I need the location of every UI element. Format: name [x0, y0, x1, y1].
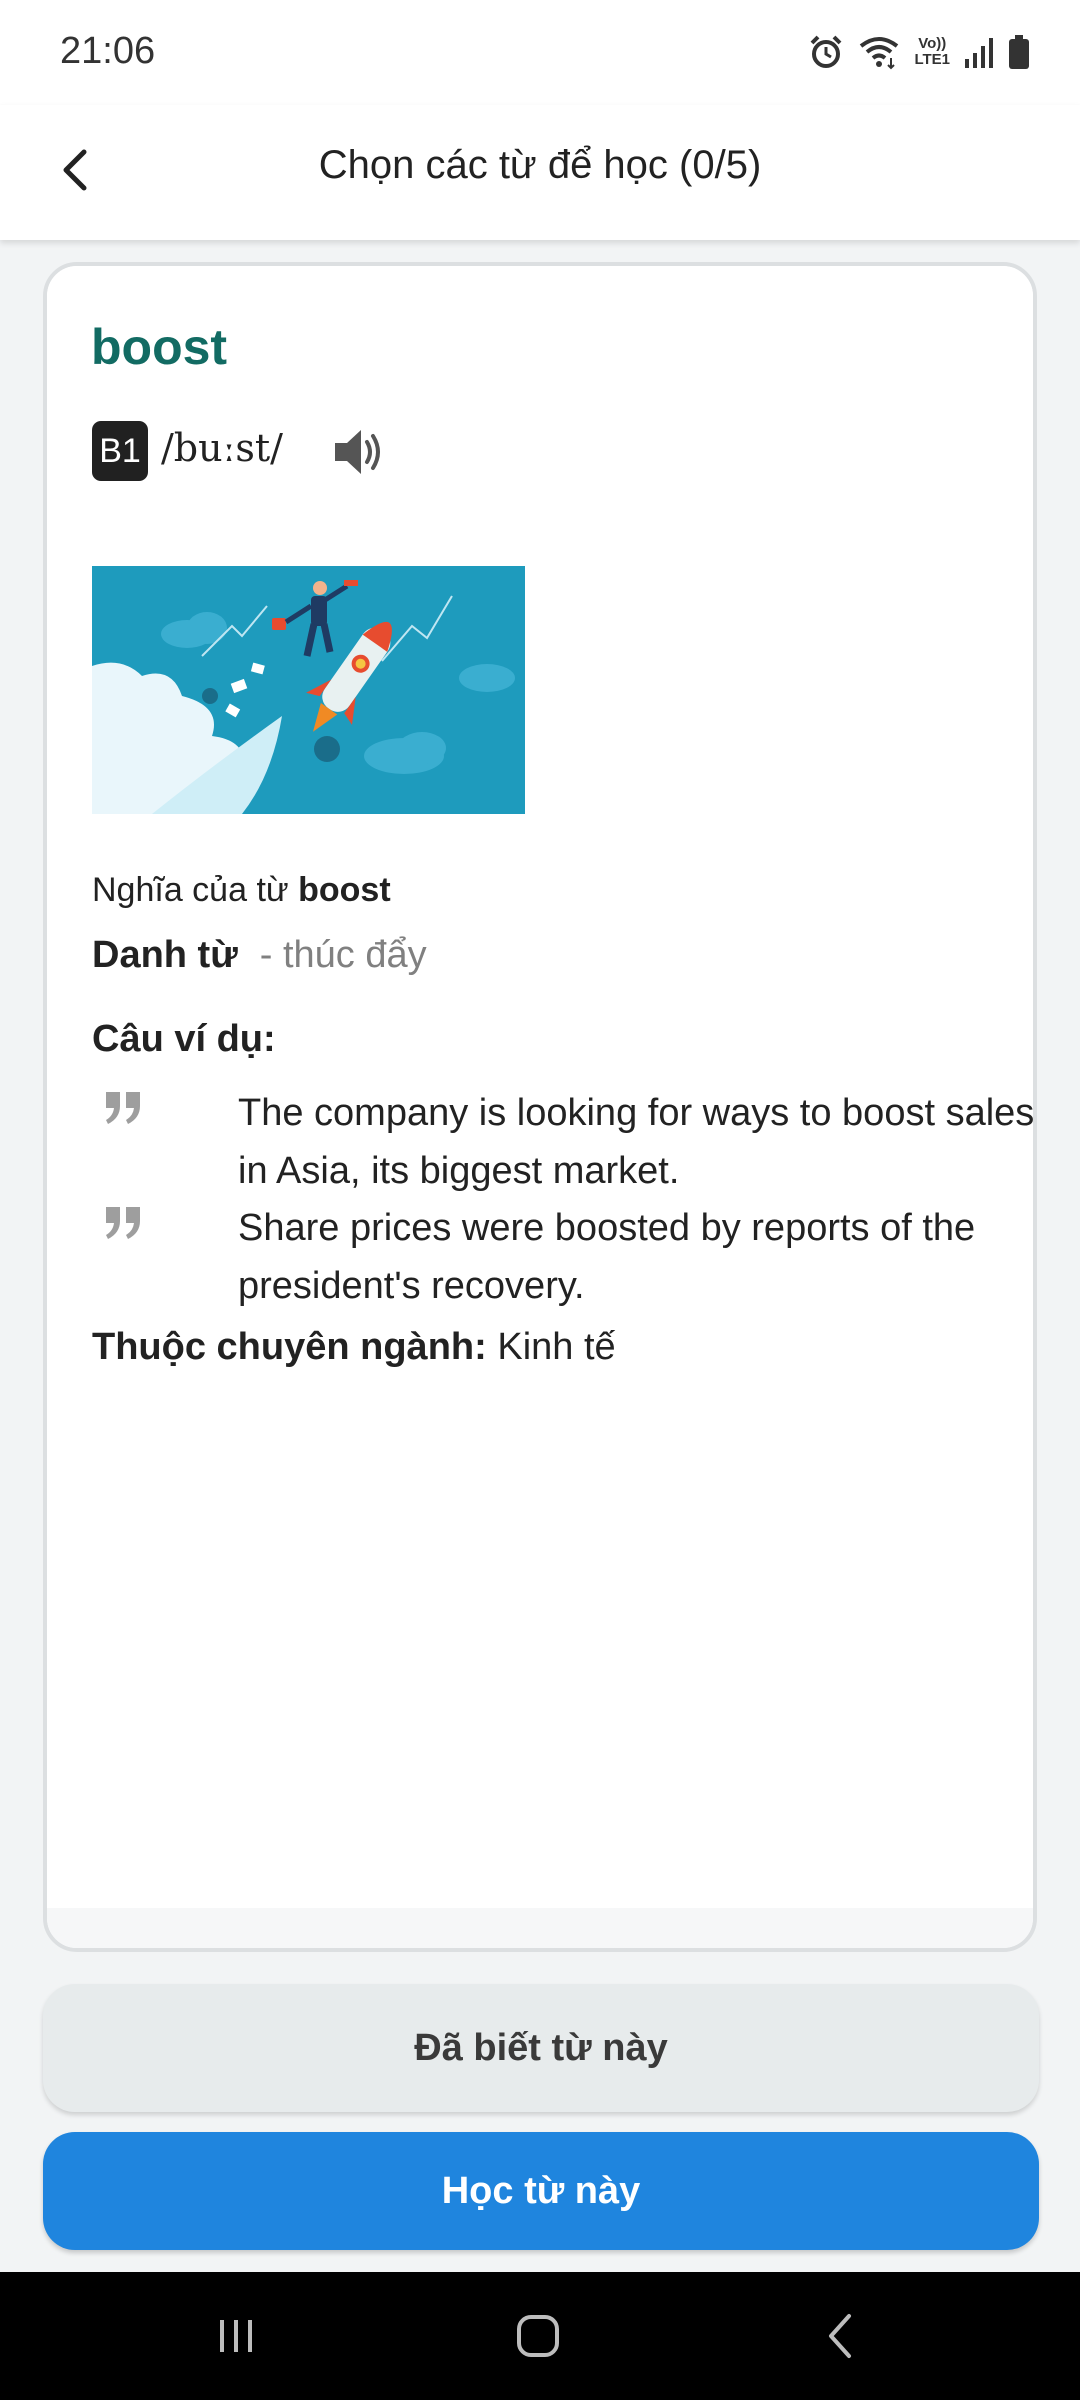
word-card: boost B1 /buːst/ Nghĩa của từ boost Danh…: [43, 262, 1037, 1952]
home-button[interactable]: [498, 2296, 578, 2376]
app-bar: Chọn các từ để học (0/5): [0, 105, 1080, 240]
part-of-speech: Danh từ: [92, 934, 238, 976]
battery-icon: [1009, 35, 1029, 69]
meaning-word: boost: [298, 871, 391, 909]
recent-apps-icon: [220, 2320, 252, 2352]
meaning-heading: Nghĩa của từ boost: [92, 871, 391, 909]
quote-icon: [106, 1207, 140, 1239]
nav-back-button[interactable]: [800, 2296, 880, 2376]
examples-heading: Câu ví dụ:: [92, 1018, 276, 1060]
recent-apps-button[interactable]: [196, 2296, 276, 2376]
signal-icon: [965, 38, 993, 68]
home-icon: [517, 2315, 559, 2357]
status-bar: 21:06 Vo)) LTE1: [0, 0, 1080, 105]
status-time: 21:06: [60, 30, 156, 72]
word-illustration: [92, 566, 525, 814]
definition-text: - thúc đẩy: [259, 934, 427, 976]
example-text: The company is looking for ways to boost…: [238, 1092, 1035, 1192]
volte-lte-icon: Vo)) LTE1: [914, 35, 950, 68]
already-known-button[interactable]: Đã biết từ này: [43, 1984, 1039, 2112]
speaker-icon: [335, 430, 380, 474]
definition-line: Danh từ - thúc đẩy: [92, 934, 427, 977]
pronounce-button[interactable]: [329, 424, 391, 480]
wifi-icon: [860, 37, 899, 70]
quote-icon: [106, 1092, 140, 1124]
alarm-icon: [811, 35, 842, 68]
level-badge: B1: [92, 421, 148, 481]
field-value: Kinh tế: [497, 1326, 616, 1368]
phonetic-transcription: /buːst/: [161, 426, 283, 470]
example-text: Share prices were boosted by reports of …: [238, 1207, 976, 1307]
card-footer: [47, 1908, 1033, 1948]
field-label: Thuộc chuyên ngành:: [92, 1326, 487, 1368]
nav-back-icon: [829, 2314, 851, 2358]
card-content: boost B1 /buːst/ Nghĩa của từ boost Danh…: [47, 266, 1033, 1908]
status-icons: Vo)) LTE1: [808, 34, 1030, 70]
learn-word-button[interactable]: Học từ này: [43, 2132, 1039, 2250]
system-navigation-bar: [0, 2272, 1080, 2400]
vocabulary-word: boost: [91, 319, 228, 375]
field-of-study: Thuộc chuyên ngành: Kinh tế: [92, 1326, 616, 1369]
page-title: Chọn các từ để học (0/5): [318, 143, 762, 187]
